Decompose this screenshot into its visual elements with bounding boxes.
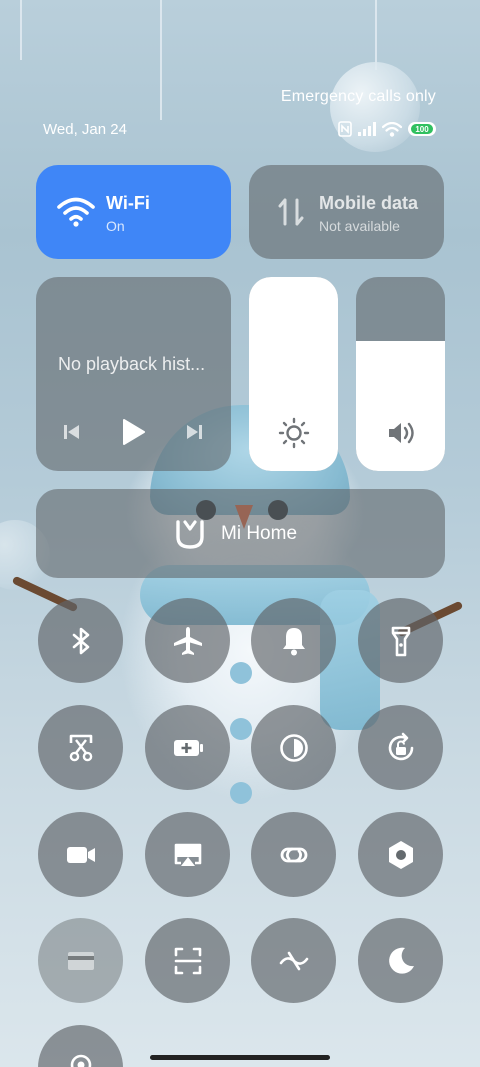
sound-toggle[interactable] bbox=[251, 598, 336, 683]
wallpaper-decoration bbox=[20, 0, 22, 60]
wallpaper-decoration bbox=[160, 0, 162, 120]
scanner-toggle[interactable] bbox=[145, 918, 230, 1003]
previous-track-icon[interactable] bbox=[62, 422, 82, 447]
brightness-slider[interactable] bbox=[249, 277, 338, 471]
nfc-icon bbox=[338, 121, 352, 137]
battery-saver-toggle[interactable] bbox=[145, 705, 230, 790]
wave-off-icon bbox=[279, 951, 308, 970]
wifi-tile[interactable]: Wi-Fi On bbox=[36, 165, 231, 259]
settings-toggle[interactable] bbox=[358, 812, 443, 897]
mi-home-icon bbox=[173, 517, 207, 551]
home-indicator[interactable] bbox=[150, 1055, 330, 1060]
location-icon bbox=[70, 1054, 91, 1067]
cast-icon bbox=[174, 843, 201, 866]
media-player-tile[interactable]: No playback hist... bbox=[36, 277, 231, 471]
battery-level: 100 bbox=[411, 124, 433, 134]
rotate-lock-icon bbox=[388, 732, 413, 760]
hexagon-nut-icon bbox=[388, 840, 413, 869]
volume-slider-fill bbox=[356, 341, 445, 471]
moon-icon bbox=[388, 947, 414, 974]
play-icon[interactable] bbox=[120, 418, 146, 451]
mobile-data-status: Not available bbox=[319, 218, 400, 234]
mi-home-label: Mi Home bbox=[221, 523, 298, 544]
airplane-icon bbox=[173, 626, 202, 655]
wifi-icon bbox=[56, 192, 96, 232]
flashlight-toggle[interactable] bbox=[358, 598, 443, 683]
video-camera-icon bbox=[66, 846, 95, 863]
battery-icon: 100 bbox=[408, 122, 436, 136]
mi-home-tile[interactable]: Mi Home bbox=[36, 489, 445, 578]
rotation-lock-toggle[interactable] bbox=[358, 705, 443, 790]
wifi-status-icon bbox=[382, 121, 402, 137]
volume-slider[interactable] bbox=[356, 277, 445, 471]
wallpaper-snowman-button bbox=[230, 718, 252, 740]
cast-toggle[interactable] bbox=[145, 812, 230, 897]
contrast-icon bbox=[279, 733, 308, 762]
dark-mode-toggle[interactable] bbox=[251, 705, 336, 790]
wifi-title: Wi-Fi bbox=[106, 193, 150, 213]
mobile-data-icon bbox=[271, 192, 311, 232]
wallpaper-decoration bbox=[375, 0, 377, 70]
link-icon bbox=[280, 847, 307, 862]
status-icons: 100 bbox=[338, 120, 436, 138]
screen-recorder-toggle[interactable] bbox=[38, 812, 123, 897]
signal-icon bbox=[358, 122, 376, 136]
wallpaper-snowman-button bbox=[230, 782, 252, 804]
link-toggle[interactable] bbox=[251, 812, 336, 897]
wallpaper-ornament bbox=[330, 62, 420, 152]
wifi-status: On bbox=[106, 218, 125, 234]
mobile-data-title: Mobile data bbox=[319, 193, 419, 213]
location-toggle[interactable] bbox=[38, 1025, 123, 1067]
flashlight-icon bbox=[391, 626, 410, 656]
do-not-disturb-toggle[interactable] bbox=[358, 918, 443, 1003]
media-status-text: No playback hist... bbox=[58, 354, 206, 374]
emergency-calls-text: Emergency calls only bbox=[280, 88, 436, 105]
date-label: Wed, Jan 24 bbox=[43, 121, 127, 138]
airplane-mode-toggle[interactable] bbox=[145, 598, 230, 683]
next-track-icon[interactable] bbox=[184, 422, 204, 447]
wallpaper-snowman-button bbox=[230, 662, 252, 684]
card-icon bbox=[67, 951, 94, 970]
screenshot-toggle[interactable] bbox=[38, 705, 123, 790]
reading-mode-toggle[interactable] bbox=[251, 918, 336, 1003]
battery-plus-icon bbox=[173, 739, 203, 756]
scissors-screenshot-icon bbox=[69, 734, 92, 761]
bluetooth-toggle[interactable] bbox=[38, 598, 123, 683]
bluetooth-icon bbox=[72, 627, 89, 654]
bell-icon bbox=[282, 627, 305, 655]
sun-icon bbox=[278, 417, 310, 449]
speaker-icon bbox=[385, 417, 417, 449]
scan-icon bbox=[174, 947, 201, 974]
card-toggle[interactable] bbox=[38, 918, 123, 1003]
mobile-data-tile[interactable]: Mobile data Not available bbox=[249, 165, 444, 259]
